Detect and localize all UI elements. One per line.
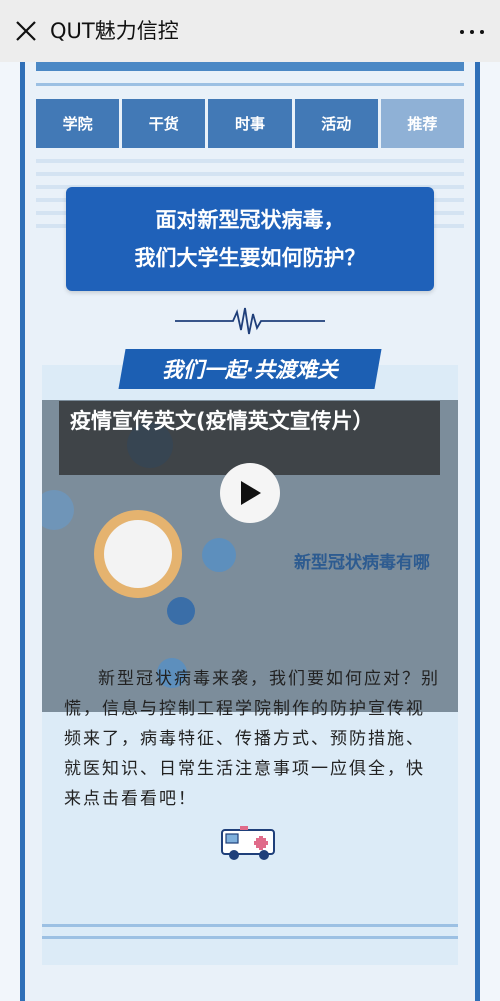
decor-stripe (36, 172, 464, 176)
divider (36, 83, 464, 86)
top-decor-strip (36, 62, 464, 71)
heartbeat-line-icon (175, 307, 325, 335)
tab-activities[interactable]: 活动 (294, 99, 378, 148)
close-icon (16, 21, 36, 41)
divider (42, 924, 458, 927)
shield-icon (202, 538, 236, 572)
phone-icon (167, 597, 195, 625)
tab-news[interactable]: 时事 (208, 99, 292, 148)
more-dots-icon (460, 30, 464, 34)
tab-recommend[interactable]: 推荐 (380, 99, 465, 148)
play-button[interactable] (220, 463, 280, 523)
headline-line-2: 我们大学生要如何防护？ (134, 246, 366, 270)
decor-stripe (36, 159, 464, 163)
headline-line-1: 面对新型冠状病毒， (155, 208, 345, 232)
headline-banner: 面对新型冠状病毒， 我们大学生要如何防护？ (66, 187, 434, 291)
tab-tips[interactable]: 干货 (122, 99, 206, 148)
close-button[interactable] (12, 17, 40, 45)
slogan-text: 我们一起·共渡难关 (162, 358, 338, 382)
tab-college[interactable]: 学院 (36, 99, 120, 148)
video-caption: 新型冠状病毒有哪 (294, 553, 430, 573)
more-options-button[interactable] (456, 18, 488, 46)
page-title: QUT魅力信控 (50, 19, 179, 43)
divider (42, 936, 458, 939)
play-icon (241, 481, 261, 505)
dna-icon (42, 490, 74, 530)
top-navigation-bar: QUT魅力信控 (0, 0, 500, 63)
article-body-text: 新型冠状病毒来袭，我们要如何应对？别慌，信息与控制工程学院制作的防护宣传视频来了… (64, 669, 440, 809)
ambulance-icon (221, 826, 275, 860)
video-title: 疫情宣传英文(疫情英文宣传片） (70, 409, 374, 433)
category-tabs: 学院 干货 时事 活动 推荐 (36, 99, 465, 148)
